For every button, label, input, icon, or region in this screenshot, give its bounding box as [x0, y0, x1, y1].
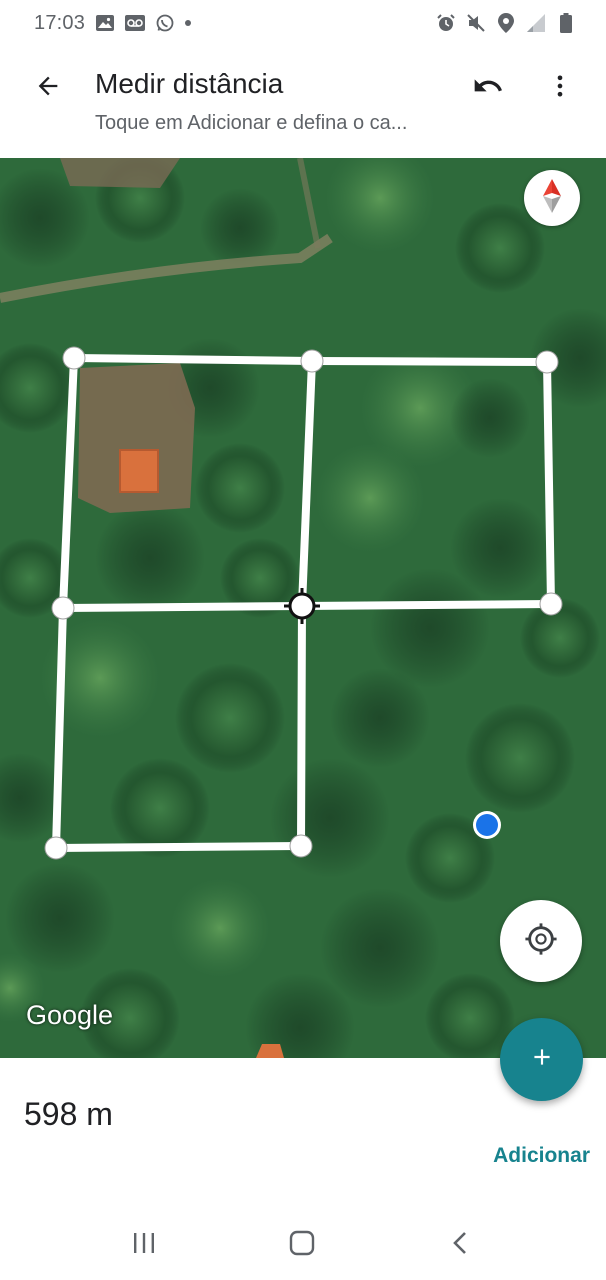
more-vert-icon [546, 72, 574, 105]
status-time: 17:03 [34, 11, 86, 34]
whatsapp-icon [155, 13, 175, 33]
status-right [436, 13, 576, 33]
notification-dot [185, 20, 192, 26]
page-subtitle: Toque em Adicionar e defina o ca... [95, 112, 408, 134]
gallery-icon [95, 13, 115, 33]
satellite-map[interactable]: Google [0, 158, 606, 1058]
arrow-back-icon [34, 72, 62, 105]
my-location-icon [524, 922, 558, 961]
signal-icon [526, 13, 546, 33]
compass-button[interactable] [524, 170, 580, 226]
location-icon [496, 13, 516, 33]
home-button[interactable] [282, 1228, 322, 1262]
back-button[interactable] [28, 68, 68, 108]
add-point-button[interactable] [500, 1018, 583, 1101]
app-bar: Medir distância Toque em Adicionar e def… [0, 46, 606, 158]
undo-icon [472, 70, 504, 107]
status-bar: 17:03 [0, 0, 606, 46]
recents-button[interactable] [124, 1228, 164, 1262]
more-options-button[interactable] [540, 68, 580, 108]
page-title: Medir distância [95, 68, 284, 99]
plus-icon [529, 1044, 555, 1075]
system-nav-bar [0, 1210, 606, 1280]
add-point-link[interactable]: Adicionar [493, 1144, 590, 1168]
alarm-icon [436, 13, 456, 33]
mute-icon [466, 13, 486, 33]
recents-icon [132, 1232, 156, 1259]
undo-button[interactable] [468, 68, 508, 108]
voicemail-icon [125, 13, 146, 33]
my-location-button[interactable] [500, 900, 582, 982]
back-nav-icon [452, 1231, 468, 1260]
google-attribution: Google [26, 1000, 114, 1030]
battery-icon [556, 13, 576, 33]
status-left: 17:03 [34, 11, 192, 35]
back-nav-button[interactable] [440, 1228, 480, 1262]
total-distance: 598 m [24, 1096, 113, 1132]
home-icon [289, 1230, 315, 1261]
compass-icon [541, 178, 563, 218]
